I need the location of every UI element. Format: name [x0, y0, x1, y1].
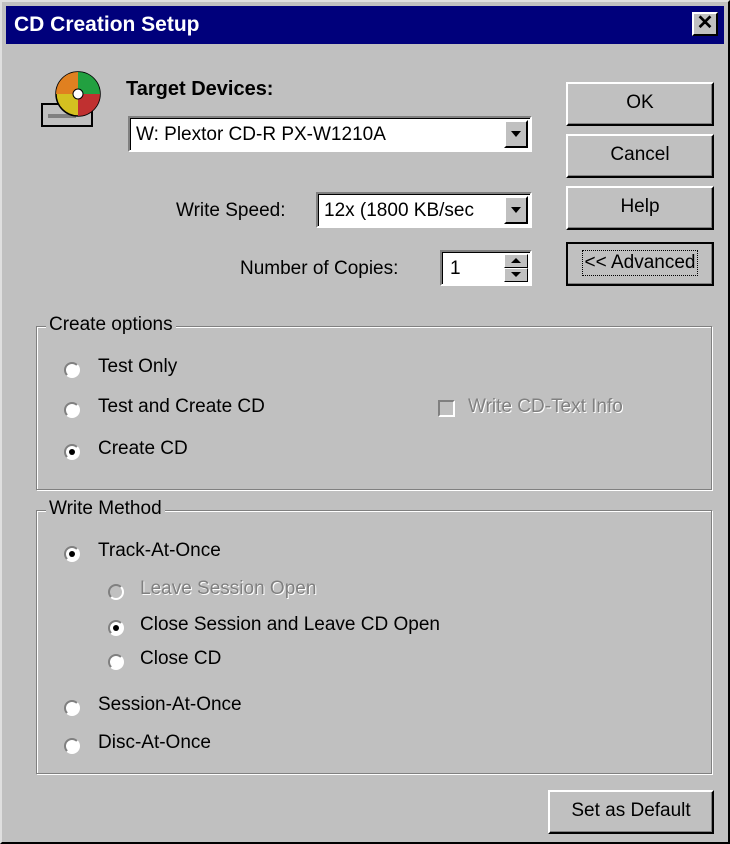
help-button[interactable]: Help [566, 186, 714, 230]
copies-value: 1 [450, 258, 461, 279]
test-only-radio[interactable] [64, 362, 80, 378]
write-speed-select[interactable]: 12x (1800 KB/sec [316, 192, 532, 228]
close-icon: ✕ [696, 12, 714, 34]
number-of-copies-label: Number of Copies: [240, 258, 399, 279]
close-cd-radio[interactable] [108, 654, 124, 670]
write-speed-dropdown-button[interactable] [504, 196, 528, 224]
arrow-down-icon [511, 272, 521, 277]
cd-creation-setup-dialog: CD Creation Setup ✕ Target Devices: W: P… [0, 0, 730, 844]
test-and-create-label[interactable]: Test and Create CD [98, 396, 265, 418]
close-cd-label[interactable]: Close CD [140, 648, 221, 670]
create-cd-label[interactable]: Create CD [98, 438, 188, 460]
copies-spinner[interactable]: 1 [440, 250, 532, 286]
target-devices-value: W: Plextor CD-R PX-W1210A [136, 124, 386, 145]
ok-button[interactable]: OK [566, 82, 714, 126]
create-cd-radio[interactable] [64, 444, 80, 460]
create-options-legend: Create options [46, 314, 176, 336]
radio-selected-dot [69, 449, 75, 455]
leave-session-open-label: Leave Session Open [140, 578, 317, 599]
radio-selected-dot [113, 625, 119, 631]
advanced-button-label: << Advanced [581, 250, 699, 276]
chevron-down-icon [511, 207, 521, 213]
close-session-radio[interactable] [108, 620, 124, 636]
cd-drive-icon [41, 71, 101, 127]
cancel-button[interactable]: Cancel [566, 134, 714, 178]
test-only-label[interactable]: Test Only [98, 356, 177, 378]
chevron-down-icon [511, 131, 521, 137]
disc-at-once-label[interactable]: Disc-At-Once [98, 732, 211, 754]
disc-at-once-radio[interactable] [64, 738, 80, 754]
advanced-button[interactable]: << Advanced [566, 242, 714, 286]
set-as-default-button[interactable]: Set as Default [548, 790, 714, 834]
copies-down-button[interactable] [504, 268, 528, 282]
title-bar: CD Creation Setup ✕ [6, 6, 724, 44]
close-session-label[interactable]: Close Session and Leave CD Open [140, 614, 440, 636]
session-at-once-radio[interactable] [64, 700, 80, 716]
track-at-once-radio[interactable] [64, 546, 80, 562]
write-speed-value: 12x (1800 KB/sec [324, 200, 474, 221]
write-cd-text-checkbox[interactable] [438, 400, 455, 417]
arrow-up-icon [511, 258, 521, 263]
write-speed-label: Write Speed: [176, 200, 286, 221]
target-devices-label: Target Devices: [126, 78, 274, 100]
track-at-once-label[interactable]: Track-At-Once [98, 540, 221, 562]
target-devices-dropdown-button[interactable] [504, 120, 528, 148]
write-method-legend: Write Method [46, 498, 165, 520]
target-devices-select[interactable]: W: Plextor CD-R PX-W1210A [128, 116, 532, 152]
session-at-once-label[interactable]: Session-At-Once [98, 694, 242, 716]
write-cd-text-label: Write CD-Text Info [468, 396, 623, 417]
window-title: CD Creation Setup [14, 13, 200, 36]
close-button[interactable]: ✕ [692, 12, 718, 36]
leave-session-open-radio [108, 584, 124, 600]
copies-up-button[interactable] [504, 254, 528, 268]
test-and-create-radio[interactable] [64, 402, 80, 418]
radio-selected-dot [69, 551, 75, 557]
